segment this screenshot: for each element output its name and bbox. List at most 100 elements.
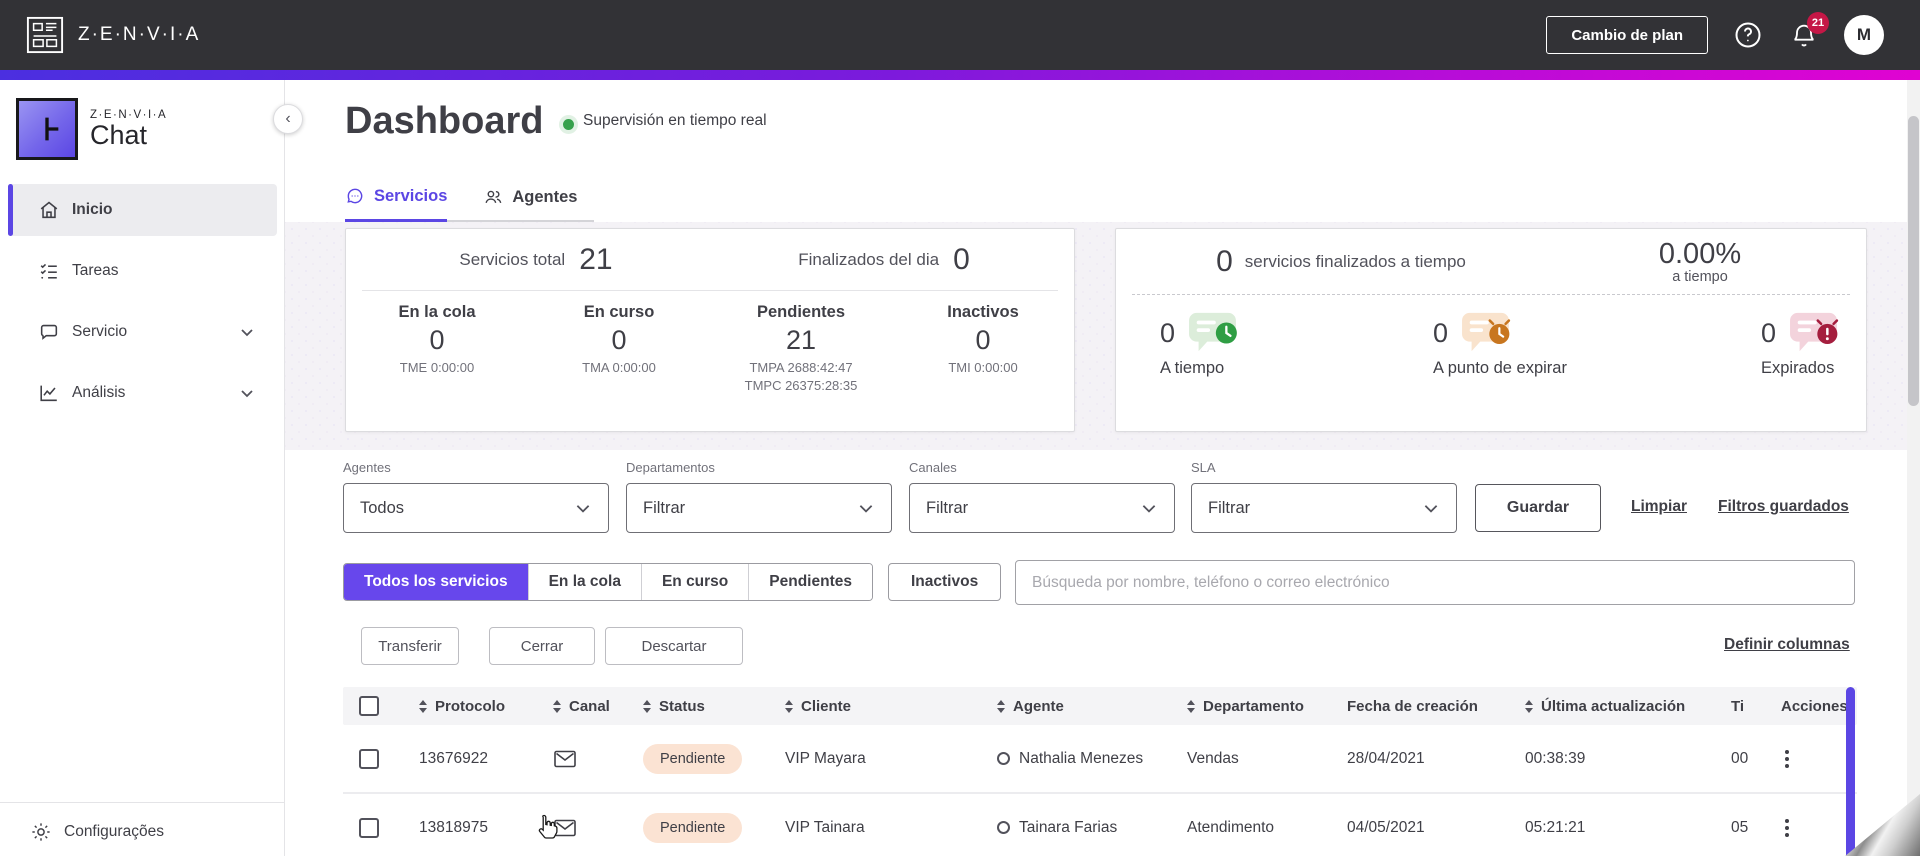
page-title: Dashboard <box>345 100 544 142</box>
save-filters-button[interactable]: Guardar <box>1475 484 1601 532</box>
chevron-down-icon <box>241 390 253 398</box>
cell-canal[interactable] <box>547 818 639 838</box>
search-input[interactable] <box>1015 560 1855 605</box>
segment-todos-los-servicios[interactable]: Todos los servicios <box>344 564 528 600</box>
row-checkbox[interactable] <box>359 817 379 838</box>
row-actions-menu[interactable] <box>1781 746 1793 772</box>
user-avatar[interactable]: M <box>1844 15 1884 55</box>
window-scrollbar-thumb[interactable] <box>1908 116 1919 406</box>
status-badge: Pendiente <box>643 743 743 774</box>
agents-select-value: Todos <box>360 498 405 517</box>
live-status-label: Supervisión en tiempo real <box>583 112 767 129</box>
stat-en-curso: En curso 0 TMA 0:00:00 <box>582 303 656 375</box>
agents-select[interactable]: Todos <box>343 483 609 533</box>
sla-select[interactable]: Filtrar <box>1191 483 1457 533</box>
col-cliente[interactable]: Cliente <box>767 698 993 715</box>
cell-ultima: 05:21:21 <box>1525 818 1586 836</box>
segment-inactivos[interactable]: Inactivos <box>888 563 1002 601</box>
email-channel-icon <box>554 750 576 767</box>
col-ultima-actualizacion[interactable]: Última actualización <box>1521 698 1731 715</box>
chevron-down-icon <box>1142 505 1156 513</box>
transfer-button[interactable]: Transferir <box>361 627 459 665</box>
chevron-down-icon <box>859 505 873 513</box>
help-button[interactable] <box>1732 19 1764 51</box>
saved-filters-link[interactable]: Filtros guardados <box>1718 498 1849 516</box>
stat-pendientes: Pendientes 21 TMPA 2688:42:47 TMPC 26375… <box>744 303 858 394</box>
departments-select[interactable]: Filtrar <box>626 483 892 533</box>
close-button[interactable]: Cerrar <box>489 627 595 665</box>
people-icon <box>485 190 502 204</box>
tab-label: Agentes <box>512 187 578 206</box>
discard-button[interactable]: Descartar <box>605 627 743 665</box>
email-channel-icon <box>554 819 576 836</box>
sla-card: 0 servicios finalizados a tiempo 0.00% a… <box>1115 228 1867 432</box>
filter-channels: Canales Filtrar <box>909 460 1175 533</box>
cell-agente: Tainara Farias <box>993 819 1183 837</box>
define-columns-link[interactable]: Definir columnas <box>1724 636 1850 654</box>
chat-mark-glyph <box>45 117 59 141</box>
col-status[interactable]: Status <box>639 698 767 715</box>
sidebar-item-tareas[interactable]: Tareas <box>8 245 277 297</box>
sidebar-item-analisis[interactable]: Análisis <box>8 367 277 419</box>
table-scrollbar-thumb[interactable] <box>1846 687 1855 856</box>
change-plan-button[interactable]: Cambio de plan <box>1546 16 1708 54</box>
col-fecha-creacion[interactable]: Fecha de creación <box>1343 698 1521 715</box>
row-checkbox[interactable] <box>359 748 379 769</box>
sidebar-item-configuracoes[interactable]: Configurações <box>0 803 285 856</box>
sidebar-item-servicio[interactable]: Servicio <box>8 306 277 358</box>
col-protocolo[interactable]: Protocolo <box>399 698 547 715</box>
zenvia-chat-app: Z·E·N·V·I·A Cambio de plan 21 M Z·E·N·V·… <box>0 0 1920 856</box>
cell-agente: Nathalia Menezes <box>993 750 1183 768</box>
filter-departments-label: Departamentos <box>626 460 715 475</box>
col-tiempo[interactable]: Ti <box>1731 698 1759 715</box>
departments-select-value: Filtrar <box>643 498 686 517</box>
window-scrollbar[interactable] <box>1907 80 1920 856</box>
sidebar: Z·E·N·V·I·A Chat Inicio Tareas Servicio … <box>0 80 285 856</box>
zenvia-logo-icon <box>26 16 64 54</box>
filter-sla-label: SLA <box>1191 460 1216 475</box>
dashboard-tabs: Servicios Agentes <box>345 186 594 222</box>
cell-tiempo: 05 <box>1731 818 1749 836</box>
col-departamento[interactable]: Departamento <box>1183 698 1343 715</box>
sidebar-footer-label: Configurações <box>64 823 164 840</box>
services-total-value: 21 <box>579 242 613 276</box>
expiring-bubble-alarm-icon <box>1462 312 1511 352</box>
services-table: Protocolo Canal Status Cliente Agente De… <box>343 687 1857 856</box>
logo-product-text: Chat <box>90 119 148 150</box>
notifications-button[interactable]: 21 <box>1788 12 1829 51</box>
sidebar-item-inicio[interactable]: Inicio <box>8 184 277 236</box>
select-all-checkbox[interactable] <box>359 696 379 716</box>
brand-gradient-bar <box>0 70 1920 80</box>
row-actions-menu[interactable] <box>1781 815 1793 841</box>
stat-en-la-cola: En la cola 0 TME 0:00:00 <box>398 303 476 375</box>
channels-select[interactable]: Filtrar <box>909 483 1175 533</box>
sla-finished-label: servicios finalizados a tiempo <box>1244 251 1466 271</box>
chat-bubble-icon <box>40 324 58 340</box>
filter-agents-label: Agentes <box>343 460 391 475</box>
col-agente[interactable]: Agente <box>993 698 1183 715</box>
col-acciones: Acciones <box>1781 697 1848 715</box>
col-canal[interactable]: Canal <box>547 698 639 715</box>
sla-expired: 0 Expirados <box>1761 311 1840 378</box>
tab-agentes[interactable]: Agentes <box>483 187 578 220</box>
chat-dots-icon <box>347 188 363 204</box>
sort-icon <box>419 699 427 713</box>
on-time-bubble-clock-icon <box>1189 312 1237 352</box>
cell-tiempo: 00 <box>1731 749 1749 767</box>
filter-departments: Departamentos Filtrar <box>626 460 892 533</box>
segment-en-curso[interactable]: En curso <box>640 564 749 600</box>
table-row: 13818975 Pendiente VIP Tainara Tainara F… <box>343 794 1857 856</box>
segment-en-la-cola[interactable]: En la cola <box>527 564 641 600</box>
chevron-down-icon <box>1424 505 1438 513</box>
segment-pendientes[interactable]: Pendientes <box>748 564 872 600</box>
agent-status-icon <box>997 821 1010 834</box>
live-status-dot <box>563 119 574 130</box>
clear-filters-link[interactable]: Limpiar <box>1631 498 1687 516</box>
cell-departamento: Atendimento <box>1187 818 1275 836</box>
product-logo: Z·E·N·V·I·A Chat <box>16 98 167 160</box>
sla-percent-label: a tiempo <box>1672 269 1728 285</box>
cell-canal[interactable] <box>547 749 639 769</box>
tab-servicios[interactable]: Servicios <box>345 186 448 222</box>
chevron-down-icon <box>576 505 590 513</box>
sidebar-collapse-button[interactable]: ‹ <box>273 104 303 134</box>
